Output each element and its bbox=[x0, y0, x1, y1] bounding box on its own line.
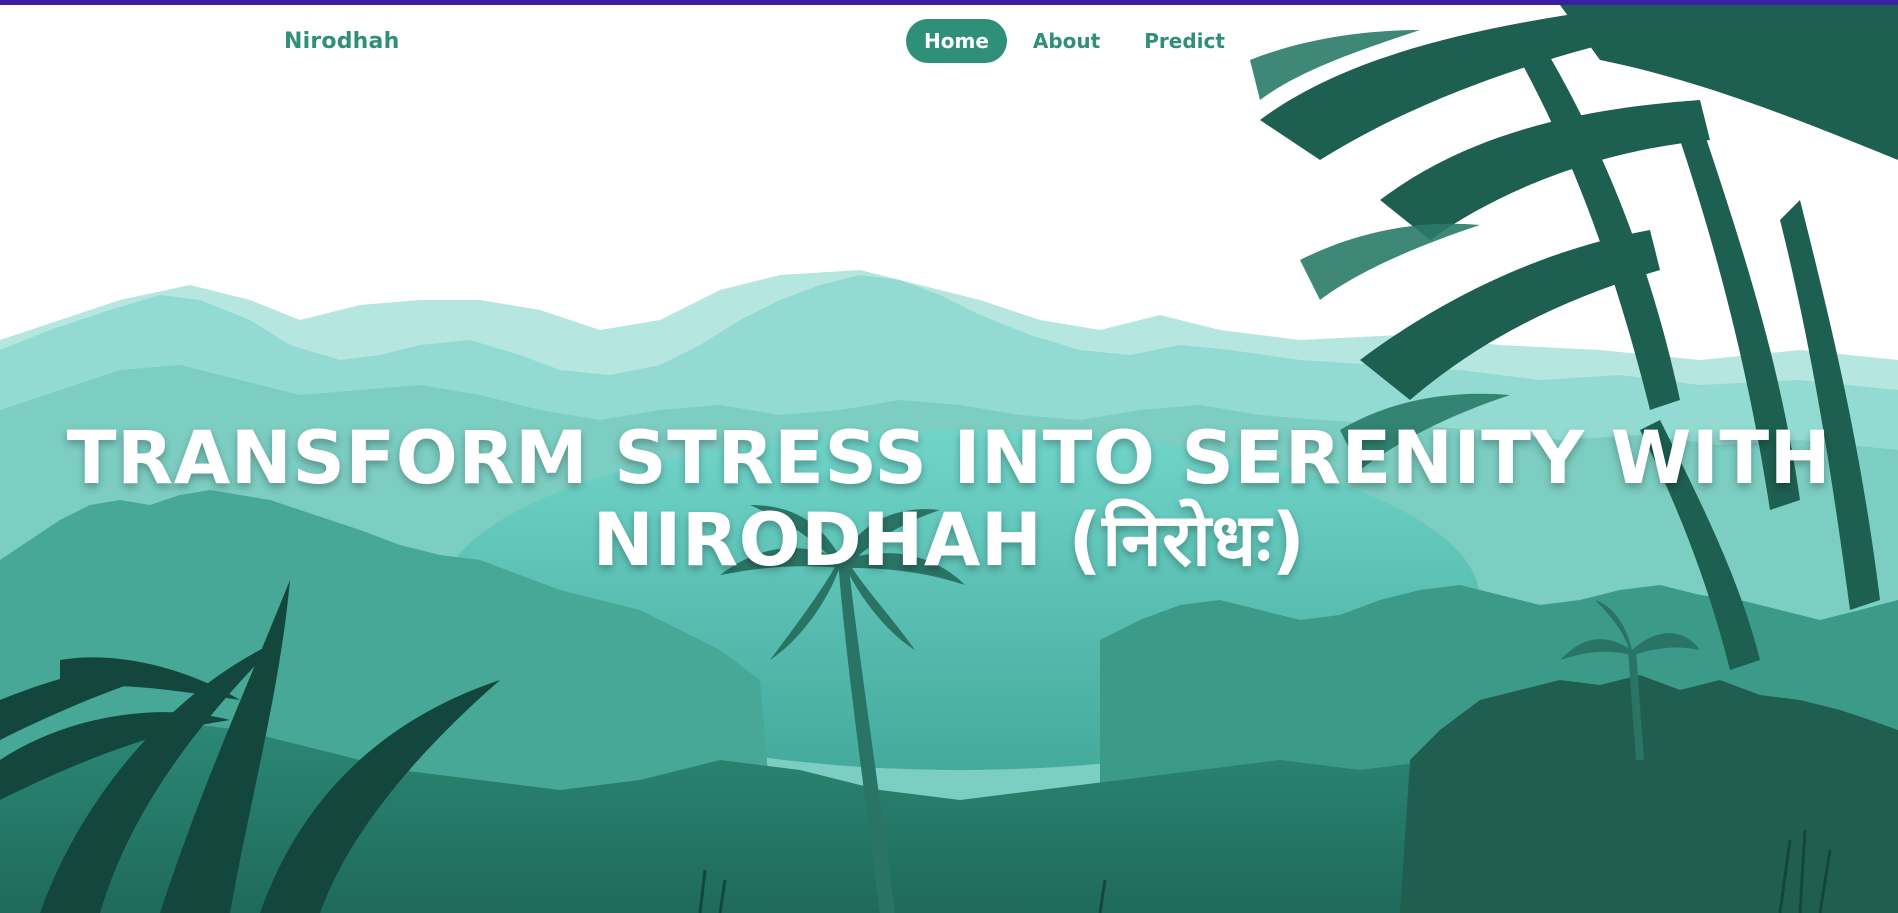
top-navbar: Nirodhah Home About Predict bbox=[0, 5, 1898, 77]
brand-logo-link[interactable]: Nirodhah bbox=[284, 29, 399, 54]
nav-link-about[interactable]: About bbox=[1015, 19, 1118, 63]
hero-headline: TRANSFORM STRESS INTO SERENITY WITH NIRO… bbox=[0, 418, 1898, 582]
hero-headline-line1: TRANSFORM STRESS INTO SERENITY WITH bbox=[66, 416, 1832, 501]
hero-headline-line2: NIRODHAH (निरोधः) bbox=[592, 498, 1306, 583]
nav-links: Home About Predict bbox=[906, 19, 1251, 63]
nav-link-home[interactable]: Home bbox=[906, 19, 1007, 63]
nav-link-predict[interactable]: Predict bbox=[1126, 19, 1243, 63]
top-accent-strip bbox=[0, 0, 1898, 5]
